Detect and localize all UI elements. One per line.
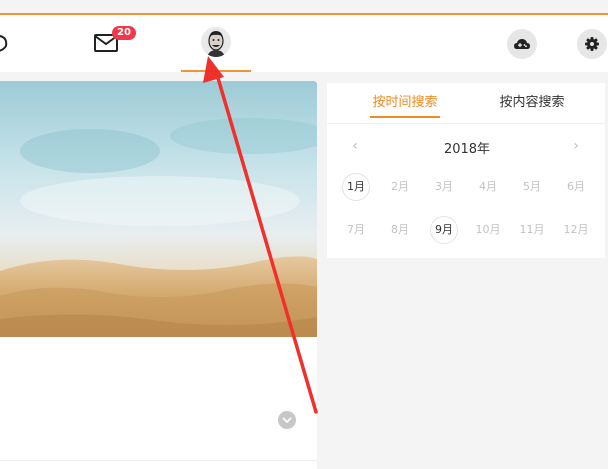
expand-button[interactable] [278, 411, 296, 429]
month-9[interactable]: 9月 [430, 216, 458, 244]
search-panel: 按时间搜索 按内容搜索 ‹ 2018年 › 1月 2月 3月 4月 5月 6月 7月 8月 9月… [327, 83, 605, 258]
month-10[interactable]: 10月 [474, 216, 502, 244]
nav-active-underline [181, 70, 251, 72]
settings-button[interactable] [577, 29, 607, 59]
top-header: 20 [0, 15, 608, 72]
month-12[interactable]: 12月 [562, 216, 590, 244]
chevron-left-icon[interactable]: ‹ [349, 138, 361, 154]
avatar[interactable] [201, 27, 231, 57]
cover-image [0, 81, 317, 337]
leaf-icon[interactable] [0, 32, 10, 54]
month-3[interactable]: 3月 [430, 173, 458, 201]
month-8[interactable]: 8月 [386, 216, 414, 244]
tab-divider [327, 123, 605, 124]
cloud-gamepad-icon [514, 39, 530, 49]
mail-badge: 20 [112, 26, 136, 40]
year-label: 2018年 [443, 142, 491, 157]
month-1[interactable]: 1月 [342, 173, 370, 201]
month-4[interactable]: 4月 [474, 173, 502, 201]
card-divider [0, 460, 317, 461]
cloud-game-button[interactable] [507, 29, 537, 59]
active-tab-underline [370, 116, 440, 118]
chevron-right-icon[interactable]: › [570, 138, 582, 154]
tab-search-by-content[interactable]: 按内容搜索 [487, 93, 577, 119]
month-5[interactable]: 5月 [518, 173, 546, 201]
month-6[interactable]: 6月 [562, 173, 590, 201]
gear-icon [585, 37, 599, 51]
month-11[interactable]: 11月 [518, 216, 546, 244]
chevron-down-icon [282, 417, 292, 424]
month-7[interactable]: 7月 [342, 216, 370, 244]
month-2[interactable]: 2月 [386, 173, 414, 201]
